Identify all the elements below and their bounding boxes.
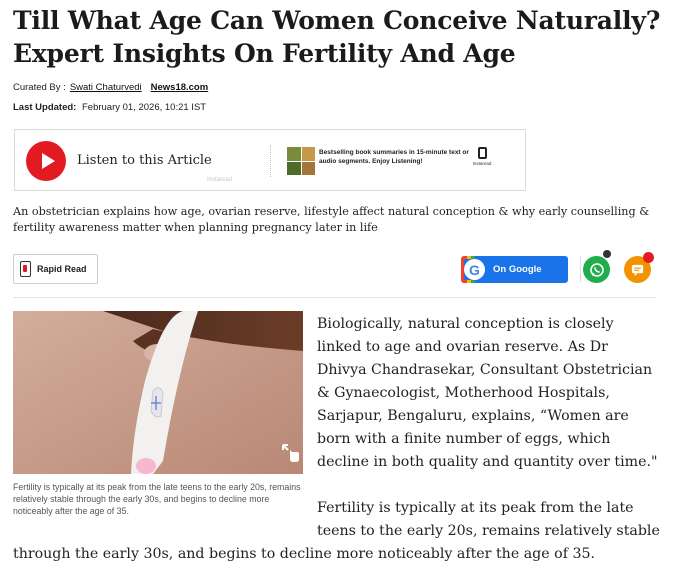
byline: Curated By : Swati Chaturvedi News18.com [13, 82, 217, 93]
ad-text[interactable]: Bestselling book summaries in 15-minute … [319, 148, 469, 166]
article-headline: Till What Age Can Women Conceive Natural… [13, 6, 661, 68]
last-updated-date: February 01, 2026, 10:21 IST [81, 102, 207, 113]
curated-by-label: Curated By : [13, 82, 66, 93]
body-paragraph-2-end: through the early 30s, and begins to dec… [13, 546, 596, 562]
google-follow-button[interactable]: G On Google [461, 256, 568, 283]
play-icon[interactable] [26, 141, 66, 181]
ad-thumbnail[interactable] [287, 147, 315, 175]
notification-dot [603, 250, 611, 258]
book-icon [477, 147, 487, 159]
zoom-icon[interactable] [280, 442, 302, 464]
share-divider [580, 256, 581, 282]
source-link[interactable]: News18.com [151, 82, 209, 93]
listen-label[interactable]: Listen to this Article [77, 153, 212, 168]
brand-watermark: Instaread [207, 177, 233, 183]
body-paragraph-2-start: Fertility is typically at its peak from … [317, 500, 660, 539]
whatsapp-share-button[interactable] [583, 256, 610, 283]
rapid-read-label: Rapid Read [37, 264, 87, 274]
section-divider [13, 297, 656, 298]
ad-logo[interactable]: Instaread [471, 147, 493, 173]
article-image [13, 311, 303, 474]
comment-badge [643, 252, 654, 263]
whatsapp-icon [589, 262, 604, 277]
comment-icon [631, 264, 644, 277]
curator-link[interactable]: Swati Chaturvedi [70, 82, 142, 93]
rapid-read-icon [20, 261, 31, 277]
image-caption: Fertility is typically at its peak from … [13, 482, 301, 516]
google-label: On Google [493, 264, 542, 275]
audio-divider [270, 145, 271, 177]
audio-player: Listen to this Article Bestselling book … [14, 129, 526, 191]
last-updated: Last Updated: February 01, 2026, 10:21 I… [13, 102, 206, 113]
last-updated-label: Last Updated: [13, 102, 77, 113]
article-summary: An obstetrician explains how age, ovaria… [13, 205, 650, 234]
body-paragraph-1: Biologically, natural conception is clos… [317, 316, 658, 470]
pregnancy-test-image [13, 311, 303, 474]
rapid-read-button[interactable]: Rapid Read [13, 254, 98, 284]
google-icon: G [464, 259, 485, 280]
